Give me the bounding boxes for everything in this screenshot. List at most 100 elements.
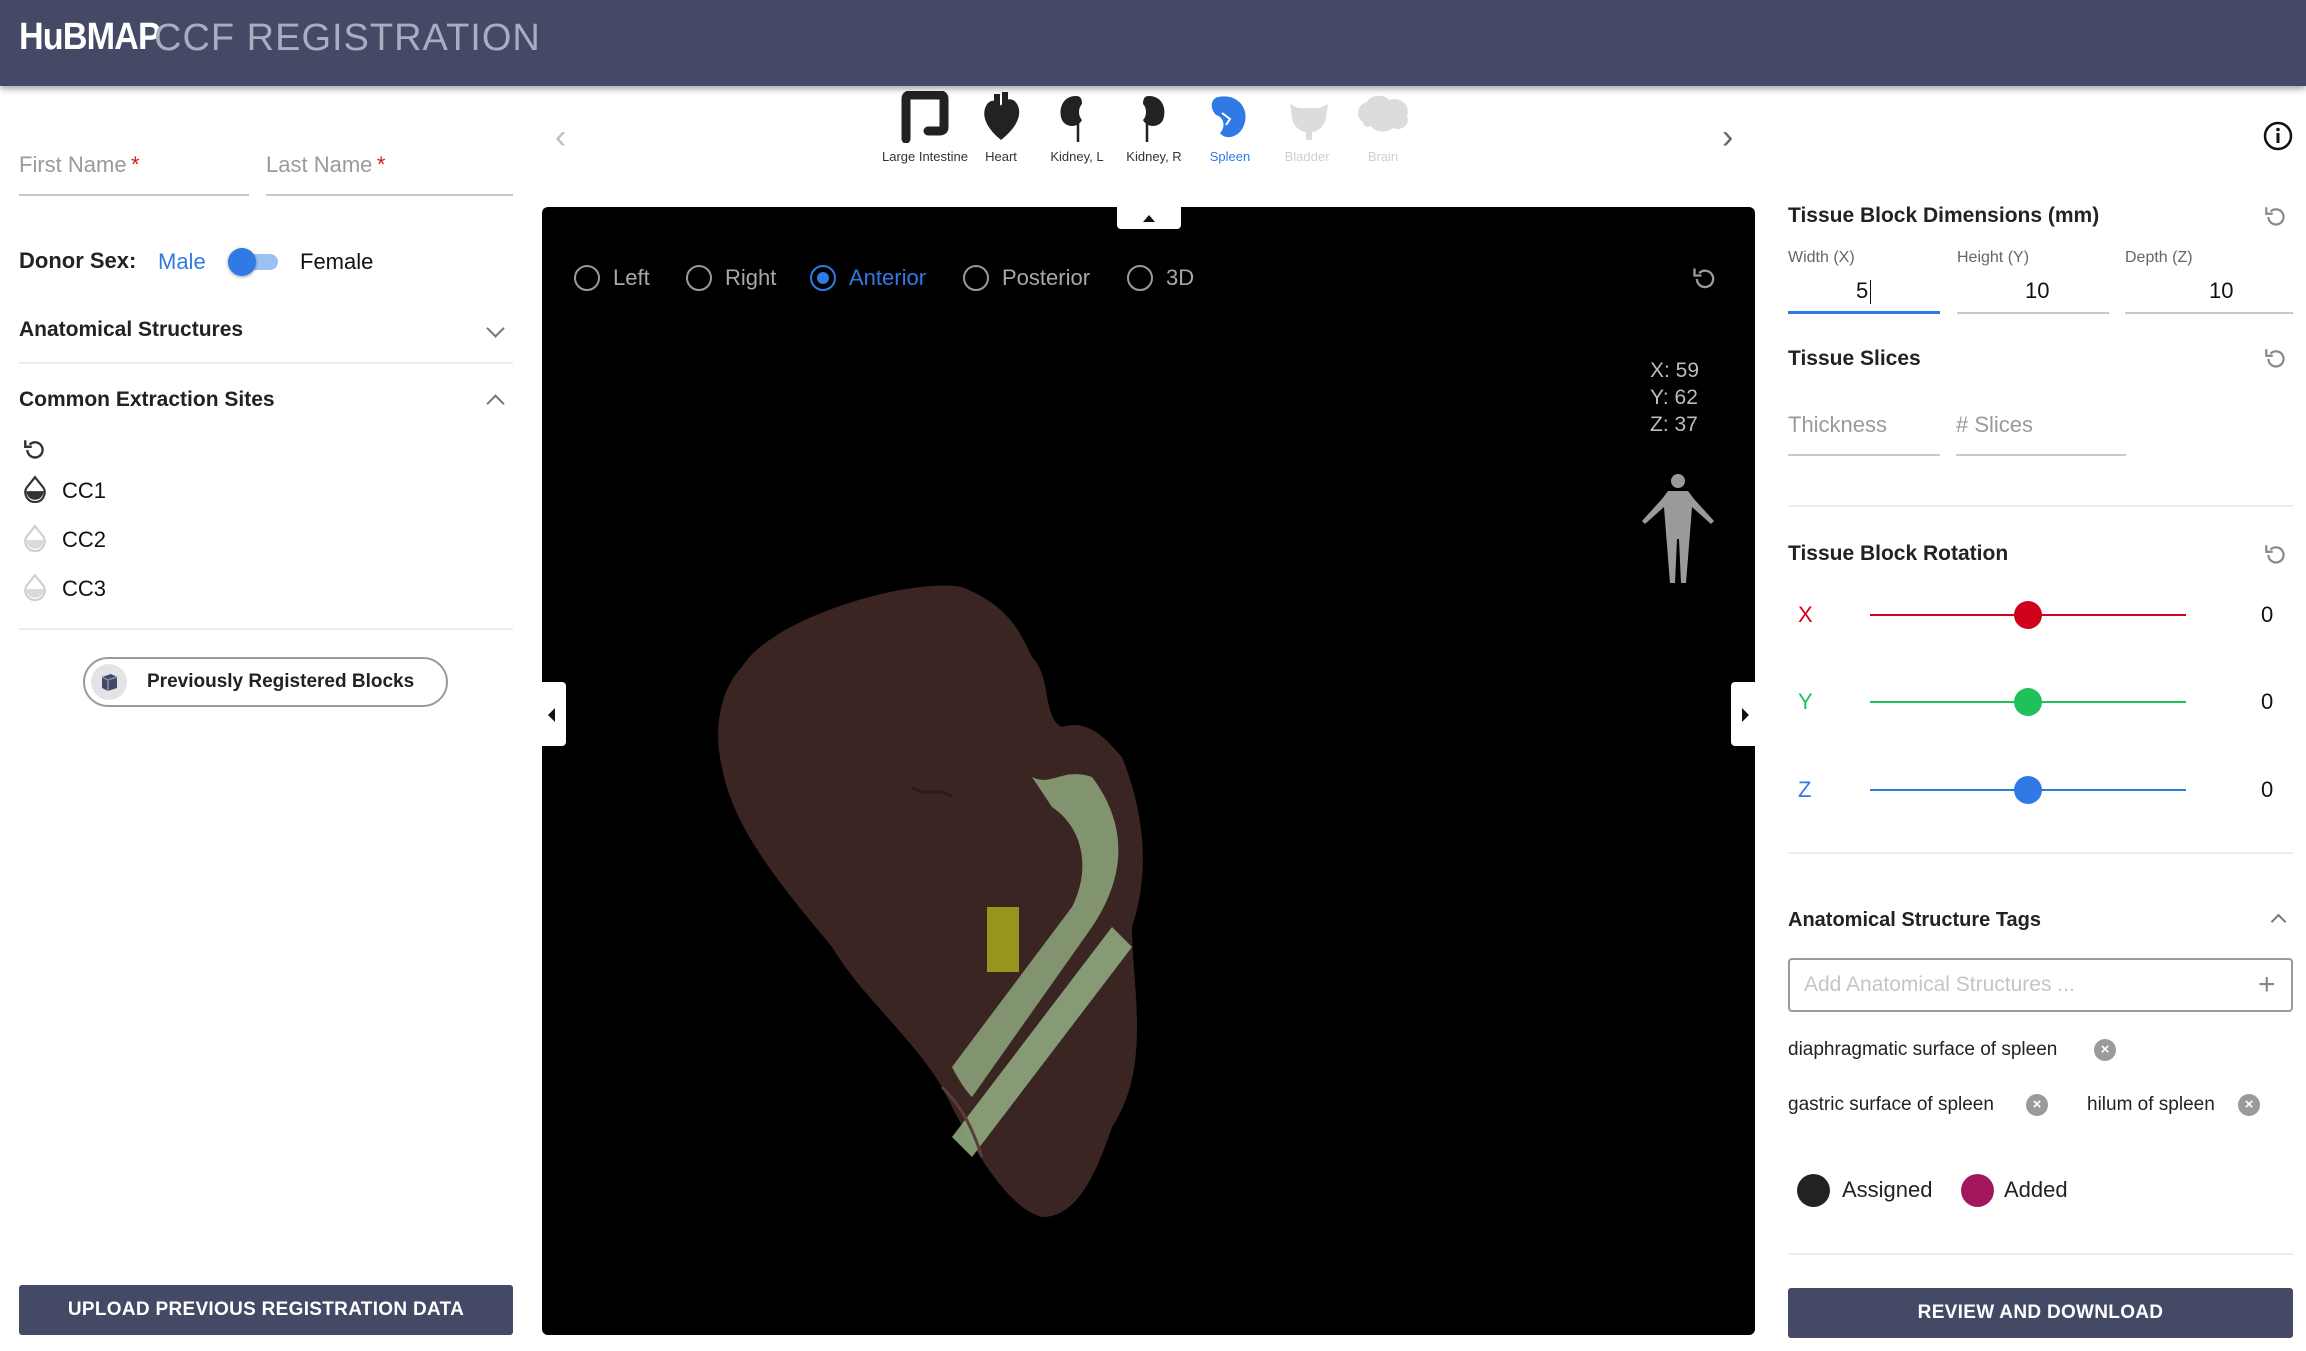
width-label: Width (X) xyxy=(1788,249,1855,266)
reset-slices-icon[interactable] xyxy=(2263,346,2289,377)
review-and-download-button[interactable]: REVIEW AND DOWNLOAD xyxy=(1788,1288,2293,1338)
organ-brain[interactable]: Brain xyxy=(1338,149,1428,165)
carousel-next-icon[interactable]: › xyxy=(1722,118,1733,157)
structure-tag: gastric surface of spleen xyxy=(1788,1094,1994,1115)
brand-logo[interactable]: HuBMAP xyxy=(19,16,161,59)
chevron-down-icon[interactable] xyxy=(486,319,505,338)
dimensions-title: Tissue Block Dimensions (mm) xyxy=(1788,204,2100,227)
rotation-z-thumb[interactable] xyxy=(2014,776,2042,804)
info-icon[interactable] xyxy=(2263,121,2293,156)
block-icon xyxy=(91,664,127,700)
structure-tag: diaphragmatic surface of spleen xyxy=(1788,1039,2058,1060)
depth-input[interactable]: 10 xyxy=(2125,270,2293,314)
reset-dimensions-icon[interactable] xyxy=(2263,204,2289,235)
coord-y: Y: 62 xyxy=(1650,386,1698,409)
view-posterior-label[interactable]: Posterior xyxy=(1002,265,1090,291)
remove-tag-icon[interactable]: × xyxy=(2238,1094,2260,1116)
view-3d-radio[interactable] xyxy=(1127,265,1153,291)
caret-up-icon xyxy=(1143,215,1155,222)
collapse-top-tab[interactable] xyxy=(1117,207,1181,229)
rotation-title: Tissue Block Rotation xyxy=(1788,542,2009,565)
carousel-prev-icon[interactable]: ‹ xyxy=(555,118,566,157)
structure-tag: hilum of spleen xyxy=(2087,1094,2215,1115)
reset-view-icon[interactable] xyxy=(1691,265,1719,298)
added-legend-dot xyxy=(1961,1174,1994,1207)
divider xyxy=(19,362,513,364)
view-right-radio[interactable] xyxy=(686,265,712,291)
width-input[interactable]: 5 xyxy=(1788,270,1940,314)
view-left-label[interactable]: Left xyxy=(613,265,650,291)
height-input[interactable]: 10 xyxy=(1957,270,2109,314)
reset-icon[interactable] xyxy=(22,437,48,463)
assigned-legend-label: Assigned xyxy=(1842,1177,1933,1202)
kidney-right-icon[interactable] xyxy=(1135,92,1169,149)
remove-tag-icon[interactable]: × xyxy=(2094,1039,2116,1061)
body-orientation-icon xyxy=(1638,471,1718,592)
collapse-left-tab[interactable] xyxy=(542,682,566,746)
assigned-legend-dot xyxy=(1797,1174,1830,1207)
drop-outline-icon xyxy=(22,524,48,557)
rotation-y-value: 0 xyxy=(2261,689,2274,714)
slices-count-input[interactable]: # Slices xyxy=(1956,412,2126,456)
rotation-y-thumb[interactable] xyxy=(2014,688,2042,716)
app-title: CCF REGISTRATION xyxy=(154,17,541,59)
3d-viewport[interactable]: Left Right Anterior Posterior 3D X: 59 Y… xyxy=(542,207,1755,1335)
app-header: HuBMAP CCF REGISTRATION xyxy=(0,0,2306,86)
view-right-label[interactable]: Right xyxy=(725,265,776,291)
sex-female-label[interactable]: Female xyxy=(300,249,373,275)
chevron-up-icon[interactable] xyxy=(486,394,505,413)
collapse-right-tab[interactable] xyxy=(1731,682,1755,746)
remove-tag-icon[interactable]: × xyxy=(2026,1094,2048,1116)
plus-icon[interactable]: + xyxy=(2258,968,2276,1002)
bladder-icon[interactable] xyxy=(1286,98,1332,147)
rotation-z-value: 0 xyxy=(2261,777,2274,802)
divider xyxy=(19,628,513,630)
brain-icon[interactable] xyxy=(1355,94,1411,143)
rotation-z-label: Z xyxy=(1798,777,1812,802)
first-name-field[interactable]: First Name * xyxy=(19,152,249,196)
upload-previous-registration-button[interactable]: UPLOAD PREVIOUS REGISTRATION DATA xyxy=(19,1285,513,1335)
tissue-block xyxy=(987,907,1019,972)
spleen-3d-model[interactable] xyxy=(712,567,1192,1267)
divider xyxy=(1788,852,2293,854)
rotation-x-value: 0 xyxy=(2261,602,2274,627)
coordinate-readout: X: 59 Y: 62 Z: 37 xyxy=(1650,357,1699,438)
reset-rotation-icon[interactable] xyxy=(2263,542,2289,573)
view-anterior-label[interactable]: Anterior xyxy=(849,265,926,291)
kidney-left-icon[interactable] xyxy=(1056,92,1090,149)
sex-toggle[interactable] xyxy=(228,248,280,276)
view-anterior-radio[interactable] xyxy=(810,265,836,291)
extraction-site-cc3[interactable]: CC3 xyxy=(62,576,106,602)
divider xyxy=(1788,1253,2293,1255)
chevron-up-icon[interactable] xyxy=(2270,913,2287,930)
rotation-x-label: X xyxy=(1798,602,1813,627)
coord-z: Z: 37 xyxy=(1650,413,1698,436)
previously-registered-blocks-button[interactable]: Previously Registered Blocks xyxy=(83,657,448,707)
view-3d-label[interactable]: 3D xyxy=(1166,265,1194,291)
added-legend-label: Added xyxy=(2004,1177,2068,1202)
drop-filled-icon xyxy=(22,475,48,508)
common-extraction-sites-header[interactable]: Common Extraction Sites xyxy=(19,388,275,412)
heart-icon[interactable] xyxy=(980,92,1022,147)
drop-outline-icon xyxy=(22,573,48,606)
depth-label: Depth (Z) xyxy=(2125,249,2193,266)
large-intestine-icon[interactable] xyxy=(898,90,952,148)
add-structure-input[interactable]: Add Anatomical Structures ... + xyxy=(1788,958,2293,1012)
sex-male-label[interactable]: Male xyxy=(158,249,206,275)
extraction-site-cc2[interactable]: CC2 xyxy=(62,527,106,553)
donor-sex-label: Donor Sex: xyxy=(19,248,137,273)
text-cursor xyxy=(1870,280,1871,304)
view-posterior-radio[interactable] xyxy=(963,265,989,291)
thickness-input[interactable]: Thickness xyxy=(1788,412,1940,456)
anatomical-structures-header[interactable]: Anatomical Structures xyxy=(19,318,243,342)
tags-title: Anatomical Structure Tags xyxy=(1788,909,2042,931)
extraction-site-cc1[interactable]: CC1 xyxy=(62,478,106,504)
view-left-radio[interactable] xyxy=(574,265,600,291)
last-name-field[interactable]: Last Name * xyxy=(266,152,513,196)
rotation-x-thumb[interactable] xyxy=(2014,601,2042,629)
caret-left-icon xyxy=(548,708,555,722)
rotation-y-label: Y xyxy=(1798,689,1813,714)
caret-right-icon xyxy=(1742,708,1749,722)
spleen-icon[interactable] xyxy=(1208,93,1250,146)
coord-x: X: 59 xyxy=(1650,359,1700,382)
